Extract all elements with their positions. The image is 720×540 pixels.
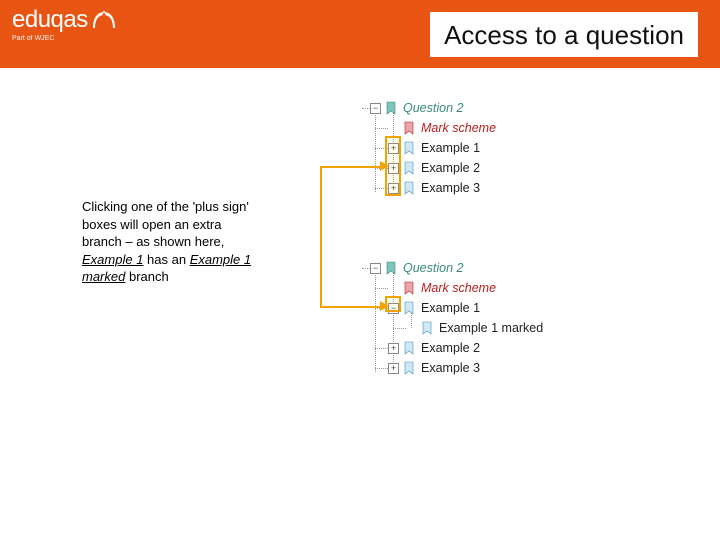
node-label: Example 3 (421, 181, 480, 195)
tree-node-example[interactable]: + Example 3 (370, 358, 543, 378)
bookmark-icon (403, 161, 416, 175)
tree-node-markscheme[interactable]: Mark scheme (370, 118, 496, 138)
callout-post: branch (125, 269, 168, 284)
bookmark-icon (403, 141, 416, 155)
logo-text: eduqas (12, 8, 88, 32)
logo-subtitle: Part of WJEC (12, 35, 117, 42)
tree-node-question[interactable]: − Question 2 (370, 258, 543, 278)
callout-text: Clicking one of the 'plus sign' boxes wi… (82, 198, 256, 286)
node-label: Question 2 (403, 101, 463, 115)
content-area: Clicking one of the 'plus sign' boxes wi… (0, 68, 720, 540)
bookmark-icon (385, 261, 398, 275)
plus-icon[interactable]: + (388, 363, 399, 374)
node-label: Example 2 (421, 341, 480, 355)
bookmark-icon (403, 341, 416, 355)
tree-node-example[interactable]: + Example 2 (370, 158, 496, 178)
bookmark-icon (403, 281, 416, 295)
node-label: Question 2 (403, 261, 463, 275)
title-container: Access to a question (430, 12, 698, 57)
tree-line (375, 348, 388, 349)
tree-line (393, 328, 406, 329)
tree-node-example[interactable]: + Example 1 (370, 138, 496, 158)
expander-none (406, 323, 417, 334)
tree-line (375, 308, 388, 309)
tree-line (375, 368, 388, 369)
logo: eduqas Part of WJEC (12, 8, 117, 42)
bookmark-icon (403, 361, 416, 375)
bookmark-icon (403, 121, 416, 135)
node-label: Example 2 (421, 161, 480, 175)
node-label: Mark scheme (421, 281, 496, 295)
tree-node-example[interactable]: + Example 3 (370, 178, 496, 198)
tree-line (362, 108, 370, 109)
plus-icon[interactable]: + (388, 183, 399, 194)
page-title: Access to a question (444, 20, 684, 51)
plus-icon[interactable]: + (388, 143, 399, 154)
tree-line (375, 188, 388, 189)
book-icon (91, 8, 117, 30)
callout-pre: Clicking one of the 'plus sign' boxes wi… (82, 199, 249, 249)
tree-line (375, 168, 388, 169)
tree-line (375, 148, 388, 149)
tree-collapsed: − Question 2 Mark scheme + Example 1 + E… (370, 98, 496, 198)
bookmark-icon (403, 181, 416, 195)
tree-node-example-child[interactable]: Example 1 marked (370, 318, 543, 338)
tree-line (375, 288, 388, 289)
tree-node-example-expanded[interactable]: − Example 1 (370, 298, 543, 318)
minus-icon[interactable]: − (388, 303, 399, 314)
expander-none (388, 283, 399, 294)
tree-line (362, 268, 370, 269)
tree-node-markscheme[interactable]: Mark scheme (370, 278, 543, 298)
node-label: Example 1 marked (439, 321, 543, 335)
callout-em1: Example 1 (82, 252, 143, 267)
plus-icon[interactable]: + (388, 163, 399, 174)
bookmark-icon (385, 101, 398, 115)
node-label: Example 1 (421, 301, 480, 315)
header-bar: eduqas Part of WJEC Access to a question (0, 0, 720, 68)
minus-icon[interactable]: − (370, 263, 381, 274)
node-label: Example 1 (421, 141, 480, 155)
plus-icon[interactable]: + (388, 343, 399, 354)
callout-mid: has an (143, 252, 189, 267)
bookmark-icon (403, 301, 416, 315)
bookmark-icon (421, 321, 434, 335)
expander-none (388, 123, 399, 134)
minus-icon[interactable]: − (370, 103, 381, 114)
tree-expanded: − Question 2 Mark scheme − Example 1 Exa… (370, 258, 543, 378)
node-label: Example 3 (421, 361, 480, 375)
node-label: Mark scheme (421, 121, 496, 135)
tree-line (375, 128, 388, 129)
tree-node-question[interactable]: − Question 2 (370, 98, 496, 118)
tree-node-example[interactable]: + Example 2 (370, 338, 543, 358)
